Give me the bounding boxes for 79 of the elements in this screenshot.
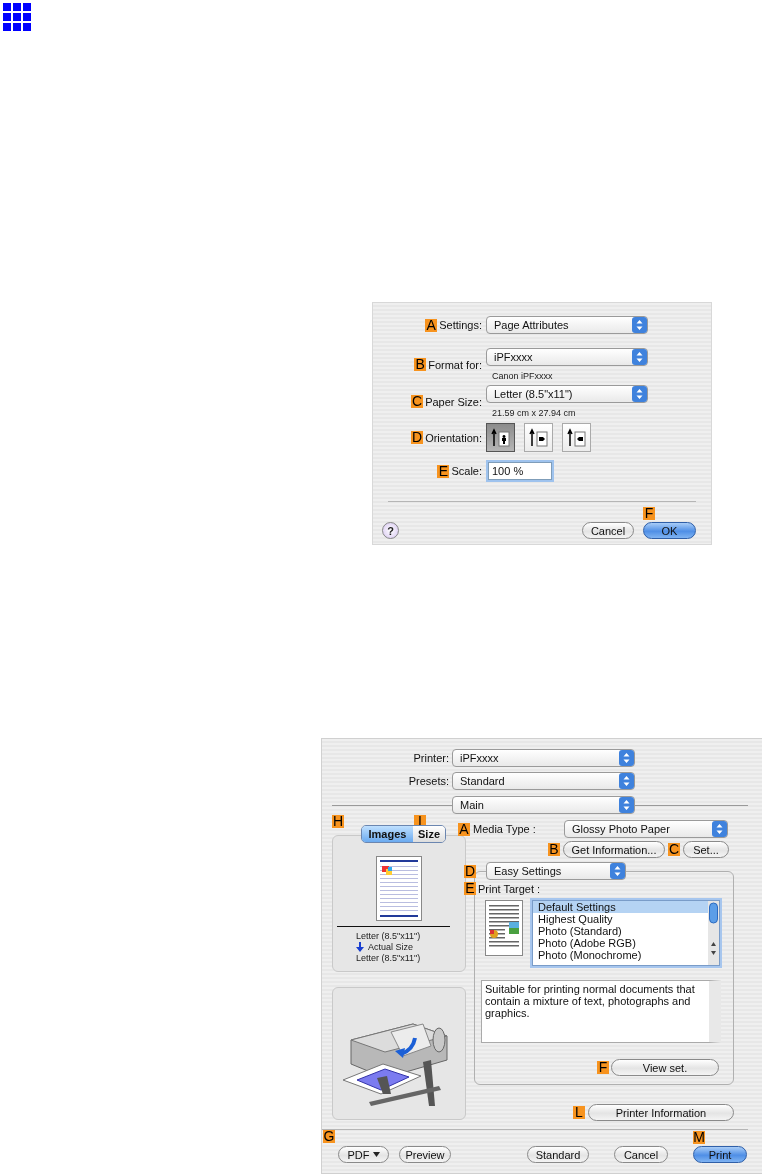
stepper-icon <box>619 750 634 766</box>
stepper-icon <box>619 797 634 813</box>
stepper-icon <box>619 773 634 789</box>
field-label: Scale: <box>451 465 482 477</box>
list-item[interactable]: Photo (Standard) <box>533 925 708 937</box>
list-item[interactable]: Photo (Monochrome) <box>533 949 708 961</box>
popup-menu[interactable]: iPFxxxx <box>486 348 648 366</box>
stepper-icon <box>610 863 625 879</box>
marker-badge: E <box>464 882 476 895</box>
popup-menu[interactable]: Page Attributes <box>486 316 648 334</box>
default-button[interactable]: OK <box>643 522 696 539</box>
list-item[interactable]: Photo (Adobe RGB) <box>533 937 708 949</box>
stepper-icon <box>712 821 727 837</box>
popup-menu[interactable]: Letter (8.5"x11") <box>486 385 648 403</box>
stepper-icon <box>632 386 647 402</box>
field-label: Settings: <box>439 319 482 331</box>
scale-text: Actual Size <box>368 942 414 952</box>
tab[interactable]: Size <box>413 826 445 842</box>
button[interactable]: Standard <box>527 1146 589 1163</box>
marker-badge: B <box>548 843 560 856</box>
field-label: Orientation: <box>425 431 482 444</box>
size-text: Letter (8.5"x11") <box>356 931 421 941</box>
stepper-icon <box>632 349 647 365</box>
field-label: Print Target : <box>478 882 541 895</box>
field-label: Paper Size: <box>425 395 482 408</box>
grid-icon <box>3 3 31 31</box>
info-text: 21.59 cm x 27.94 cm <box>492 408 576 418</box>
description-text: Suitable for printing normal documents that contain a mixture of text, photographs and graphics. <box>481 980 721 1043</box>
marker-badge: M <box>693 1131 705 1144</box>
default-button[interactable]: Print <box>693 1146 747 1163</box>
field-label: Media Type : <box>473 823 536 835</box>
orientation-button[interactable] <box>486 423 515 452</box>
marker-badge: D <box>464 864 476 878</box>
marker-badge: D <box>411 431 424 444</box>
marker-badge: C <box>411 395 424 408</box>
info-text: Canon iPFxxxx <box>492 371 553 381</box>
popup-menu[interactable]: Easy Settings <box>486 862 626 880</box>
button[interactable]: Preview <box>399 1146 451 1163</box>
menu-button[interactable]: PDF <box>338 1146 389 1163</box>
marker-badge: A <box>458 822 470 836</box>
marker-badge: F <box>643 507 655 520</box>
arrow-down-icon <box>356 942 364 952</box>
marker-badge: L <box>573 1106 585 1119</box>
size-text: Letter (8.5"x11") <box>356 953 421 963</box>
button[interactable]: View set. <box>611 1059 719 1076</box>
tab[interactable]: Images <box>362 826 413 842</box>
button[interactable]: Cancel <box>614 1146 668 1163</box>
orientation-button[interactable] <box>524 423 553 452</box>
help-button[interactable]: ? <box>382 522 399 539</box>
orientation-icon <box>490 427 511 448</box>
popup-menu[interactable]: Standard <box>452 772 635 790</box>
marker-badge: F <box>597 1061 609 1074</box>
button[interactable]: Cancel <box>582 522 634 539</box>
orientation-icon <box>528 427 549 448</box>
scale-field[interactable]: 100 % <box>488 462 552 480</box>
caret-icon <box>372 1152 380 1157</box>
marker-badge: B <box>414 358 427 371</box>
field-label: Printer: <box>412 752 449 764</box>
popup-menu[interactable]: Main <box>452 796 635 814</box>
orientation-button[interactable] <box>562 423 591 452</box>
marker-badge: H <box>332 815 344 828</box>
marker-badge: E <box>437 464 450 478</box>
marker-badge: A <box>425 318 438 332</box>
field-label: Presets: <box>407 775 449 787</box>
list-item[interactable]: Highest Quality <box>533 913 708 925</box>
button[interactable]: Get Information... <box>563 841 665 858</box>
field-label: Format for: <box>428 358 482 371</box>
button[interactable]: Printer Information <box>588 1104 734 1121</box>
popup-menu[interactable]: Glossy Photo Paper <box>564 820 728 838</box>
orientation-icon <box>566 427 587 448</box>
scrollbar <box>708 901 719 965</box>
popup-menu[interactable]: iPFxxxx <box>452 749 635 767</box>
marker-badge: C <box>668 843 680 856</box>
list-item[interactable]: Default Settings <box>533 901 708 913</box>
document-thumbnail-icon <box>485 900 523 956</box>
button[interactable]: Set... <box>683 841 729 858</box>
marker-badge: G <box>323 1130 335 1143</box>
page-preview-icon <box>376 856 422 921</box>
stepper-icon <box>632 317 647 333</box>
